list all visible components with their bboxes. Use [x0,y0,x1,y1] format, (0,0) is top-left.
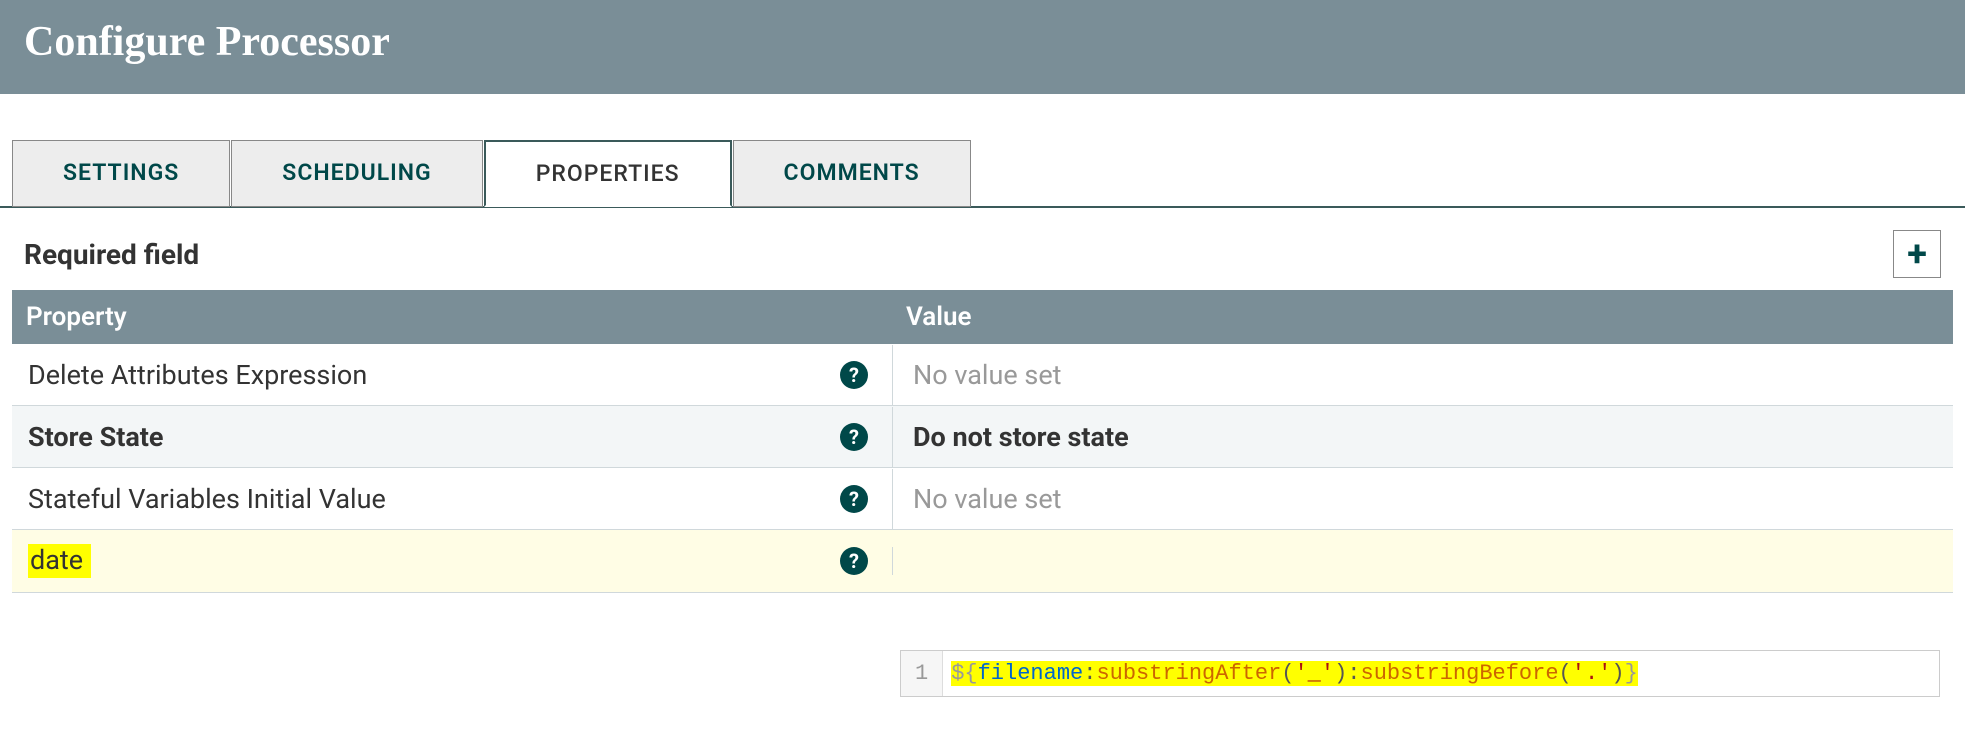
help-icon[interactable]: ? [840,361,868,389]
property-name-cell: Store State ? [12,407,892,467]
dialog-title: Configure Processor [24,18,1941,66]
token-colon: : [1347,661,1360,686]
tab-comments[interactable]: COMMENTS [733,140,971,207]
token-paren: ) [1611,661,1624,686]
token-variable: filename [978,661,1084,686]
dialog-header: Configure Processor [0,0,1965,94]
token-paren: ) [1334,661,1347,686]
property-name-cell: date ? [12,530,892,592]
property-value-cell[interactable]: Do not store state [892,407,1853,467]
column-header-property: Property [12,290,892,344]
table-row[interactable]: Stateful Variables Initial Value ? No va… [12,468,1953,530]
property-name: Store State [28,421,164,453]
token-function: substringBefore [1361,661,1559,686]
editor-content[interactable]: ${filename:substringAfter('_'):substring… [943,651,1939,696]
required-field-label: Required field [24,238,199,271]
token-dollar: $ [951,661,964,686]
plus-icon: + [1907,233,1927,275]
tab-properties[interactable]: PROPERTIES [484,140,732,207]
required-row: Required field + [0,208,1965,290]
token-colon: : [1083,661,1096,686]
property-name-cell: Stateful Variables Initial Value ? [12,469,892,529]
table-row[interactable]: date ? [12,530,1953,593]
column-header-value: Value [892,290,1953,344]
property-name: Stateful Variables Initial Value [28,483,386,515]
help-icon[interactable]: ? [840,547,868,575]
token-brace: { [964,661,977,686]
property-name-cell: Delete Attributes Expression ? [12,345,892,405]
property-value-cell[interactable]: No value set [892,469,1853,529]
property-name: date [28,544,91,578]
property-value-cell[interactable]: No value set [892,345,1853,405]
tab-settings[interactable]: SETTINGS [12,140,230,207]
token-brace: } [1625,661,1638,686]
help-icon[interactable]: ? [840,423,868,451]
line-number: 1 [915,661,928,686]
properties-table: Property Value Delete Attributes Express… [0,290,1965,593]
editor-gutter: 1 [901,651,943,696]
property-value-cell[interactable] [892,547,1853,575]
token-function: substringAfter [1096,661,1281,686]
table-row[interactable]: Store State ? Do not store state [12,406,1953,468]
table-row[interactable]: Delete Attributes Expression ? No value … [12,344,1953,406]
expression-editor[interactable]: 1 ${filename:substringAfter('_'):substri… [900,650,1940,697]
token-string: '_' [1294,661,1334,686]
table-header: Property Value [12,290,1953,344]
help-icon[interactable]: ? [840,485,868,513]
token-string: '.' [1572,661,1612,686]
token-paren: ( [1281,661,1294,686]
property-name: Delete Attributes Expression [28,359,367,391]
token-paren: ( [1559,661,1572,686]
tabs: SETTINGS SCHEDULING PROPERTIES COMMENTS [0,139,1965,208]
add-property-button[interactable]: + [1893,230,1941,278]
tab-scheduling[interactable]: SCHEDULING [231,140,482,207]
